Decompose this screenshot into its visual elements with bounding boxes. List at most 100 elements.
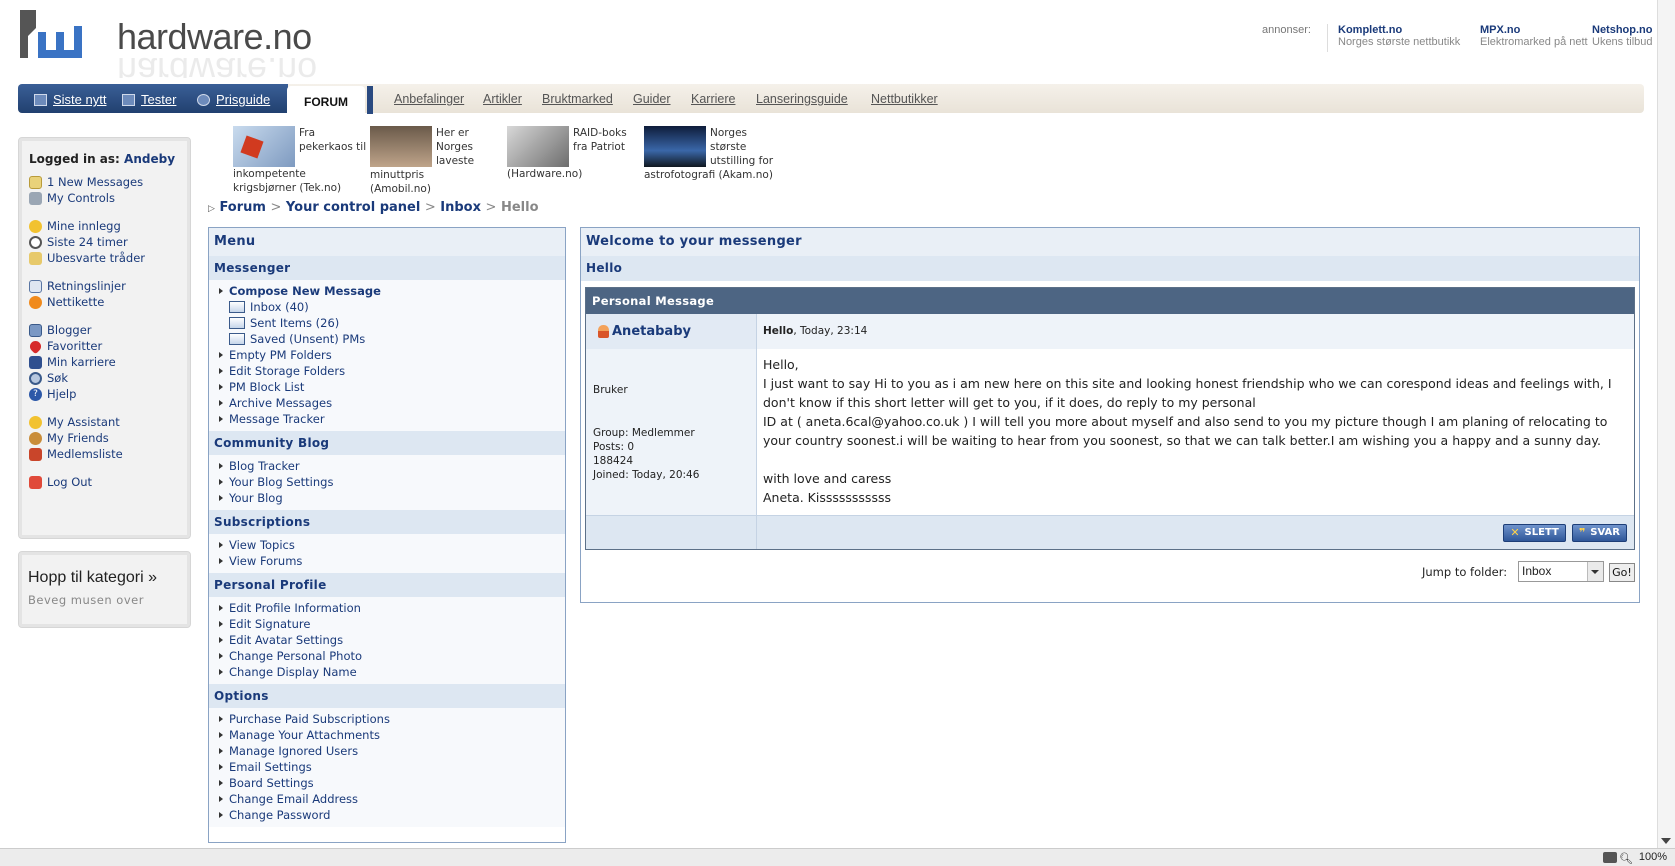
pm-header: Personal Message: [586, 288, 1634, 314]
message-subject-bar: Hello: [581, 256, 1639, 281]
person-icon: [29, 355, 42, 369]
menu-manage-ignored-users[interactable]: Manage Ignored Users: [219, 743, 565, 759]
search-icon: [29, 371, 42, 385]
coins-icon: [197, 93, 210, 106]
menu-message-tracker[interactable]: Message Tracker: [219, 411, 565, 427]
subnav-bruktmarked[interactable]: Bruktmarked: [542, 92, 613, 106]
menu-view-forums[interactable]: View Forums: [219, 553, 565, 569]
sidebar-medlemsliste[interactable]: Medlemsliste: [29, 446, 190, 462]
hardware-logo[interactable]: [18, 6, 98, 64]
scroll-down-arrow-icon[interactable]: [1661, 838, 1671, 844]
sidebar-new-messages[interactable]: 1 New Messages: [29, 174, 190, 190]
logout-icon: [29, 475, 42, 489]
news-item-4[interactable]: Norges største utstilling for astrofotog…: [644, 126, 774, 182]
subnav-lanseringsguide[interactable]: Lanseringsguide: [756, 92, 848, 106]
breadcrumb-inbox[interactable]: Inbox: [440, 200, 481, 215]
news-thumb-3: [507, 126, 569, 167]
menu-empty-pm-folders[interactable]: Empty PM Folders: [219, 347, 565, 363]
username-link[interactable]: Andeby: [124, 152, 175, 166]
bullet-arrow-icon: [219, 637, 223, 643]
subnav-nettbutikker[interactable]: Nettbutikker: [871, 92, 938, 106]
menu-folder-sent[interactable]: Sent Items (26): [219, 315, 565, 331]
category-jump-box[interactable]: Hopp til kategori » Beveg musen over: [18, 551, 191, 628]
ad-netshop[interactable]: Netshop.no Ukens tilbud: [1582, 24, 1653, 52]
menu-view-topics[interactable]: View Topics: [219, 537, 565, 553]
menu-change-password[interactable]: Change Password: [219, 807, 565, 823]
menu-archive-messages[interactable]: Archive Messages: [219, 395, 565, 411]
sidebar-min-karriere[interactable]: Min karriere: [29, 354, 190, 370]
category-title[interactable]: Hopp til kategori »: [19, 552, 190, 587]
menu-edit-signature[interactable]: Edit Signature: [219, 616, 565, 632]
ad-komplett[interactable]: Komplett.no Norges største nettbutikk: [1327, 24, 1460, 52]
menu-board-settings[interactable]: Board Settings: [219, 775, 565, 791]
menu-change-display-name[interactable]: Change Display Name: [219, 664, 565, 680]
news-icon: [34, 93, 47, 106]
subnav-guider[interactable]: Guider: [633, 92, 671, 106]
sidebar-sok[interactable]: Søk: [29, 370, 190, 386]
menu-pm-block-list[interactable]: PM Block List: [219, 379, 565, 395]
vertical-scrollbar[interactable]: [1657, 0, 1675, 848]
nav-siste-nytt[interactable]: Siste nytt: [34, 92, 106, 107]
bullet-arrow-icon: [219, 400, 223, 406]
bullet-arrow-icon: [219, 384, 223, 390]
sidebar-nettikette[interactable]: Nettikette: [29, 294, 190, 310]
menu-edit-profile[interactable]: Edit Profile Information: [219, 600, 565, 616]
breadcrumb-current: Hello: [500, 200, 539, 215]
go-button[interactable]: Go!: [1609, 563, 1635, 582]
sidebar-my-assistant[interactable]: My Assistant: [29, 414, 190, 430]
menu-blog-tracker[interactable]: Blog Tracker: [219, 458, 565, 474]
breadcrumb-control-panel[interactable]: Your control panel: [286, 200, 420, 215]
menu-your-blog-settings[interactable]: Your Blog Settings: [219, 474, 565, 490]
ad-mpx[interactable]: MPX.no Elektromarked på nett: [1470, 24, 1588, 52]
menu-folder-saved[interactable]: Saved (Unsent) PMs: [219, 331, 565, 347]
menu-section-options: Options: [209, 684, 565, 708]
bullet-arrow-icon: [219, 669, 223, 675]
menu-folder-inbox[interactable]: Inbox (40): [219, 299, 565, 315]
folder-select[interactable]: Inbox: [1518, 561, 1604, 582]
sidebar-mine-innlegg[interactable]: Mine innlegg: [29, 218, 190, 234]
sidebar-my-controls[interactable]: My Controls: [29, 190, 190, 206]
delete-button[interactable]: ✕ SLETT: [1503, 523, 1566, 542]
sidebar-favoritter[interactable]: Favoritter: [27, 338, 190, 354]
breadcrumb-forum[interactable]: Forum: [219, 200, 266, 215]
sidebar-siste-24-timer[interactable]: Siste 24 timer: [29, 234, 190, 250]
subnav-karriere[interactable]: Karriere: [691, 92, 735, 106]
news-item-1[interactable]: Fra pekerkaos til inkompetente krigsbjør…: [233, 126, 368, 195]
menu-edit-avatar[interactable]: Edit Avatar Settings: [219, 632, 565, 648]
zoom-level[interactable]: 100%: [1639, 851, 1667, 863]
menu-change-email[interactable]: Change Email Address: [219, 791, 565, 807]
site-name[interactable]: hardware.no: [117, 16, 312, 58]
news-item-3[interactable]: RAID-boks fra Patriot (Hardware.no): [507, 126, 633, 181]
subnav-artikler[interactable]: Artikler: [483, 92, 522, 106]
nav-prisguide[interactable]: Prisguide: [197, 92, 270, 107]
sidebar-log-out[interactable]: Log Out: [29, 474, 190, 490]
quote-icon: ❞: [1578, 526, 1586, 539]
sidebar-retningslinjer[interactable]: Retningslinjer: [29, 278, 190, 294]
sidebar-ubesvarte-trader[interactable]: Ubesvarte tråder: [29, 250, 190, 266]
news-item-2[interactable]: Her er Norges laveste minuttpris (Amobil…: [370, 126, 482, 196]
members-icon: [29, 447, 42, 461]
folder-icon: [229, 317, 245, 329]
author-group: Group: Medlemmer: [593, 427, 695, 439]
sidebar-hjelp[interactable]: ? Hjelp: [29, 386, 190, 402]
author-name-row[interactable]: Anetababy: [586, 314, 756, 349]
menu-edit-storage-folders[interactable]: Edit Storage Folders: [219, 363, 565, 379]
ads-label: annonser:: [1262, 24, 1311, 36]
menu-paid-subscriptions[interactable]: Purchase Paid Subscriptions: [219, 711, 565, 727]
subnav-anbefalinger[interactable]: Anbefalinger: [394, 92, 464, 106]
nav-tester[interactable]: Tester: [122, 92, 176, 107]
menu-manage-attachments[interactable]: Manage Your Attachments: [219, 727, 565, 743]
menu-change-photo[interactable]: Change Personal Photo: [219, 648, 565, 664]
tab-forum[interactable]: FORUM: [287, 86, 373, 115]
sidebar-blogger[interactable]: Blogger: [29, 322, 190, 338]
sidebar-my-friends[interactable]: My Friends: [29, 430, 190, 446]
warning-icon: [29, 295, 42, 309]
menu-your-blog[interactable]: Your Blog: [219, 490, 565, 506]
news-thumb-1: [233, 126, 295, 167]
menu-email-settings[interactable]: Email Settings: [219, 759, 565, 775]
camera-icon[interactable]: [1603, 852, 1617, 863]
user-icon: [598, 325, 609, 338]
reply-button[interactable]: ❞ SVAR: [1571, 523, 1627, 542]
menu-compose-new-message[interactable]: Compose New Message: [219, 283, 565, 299]
menu-section-community-blog: Community Blog: [209, 431, 565, 455]
